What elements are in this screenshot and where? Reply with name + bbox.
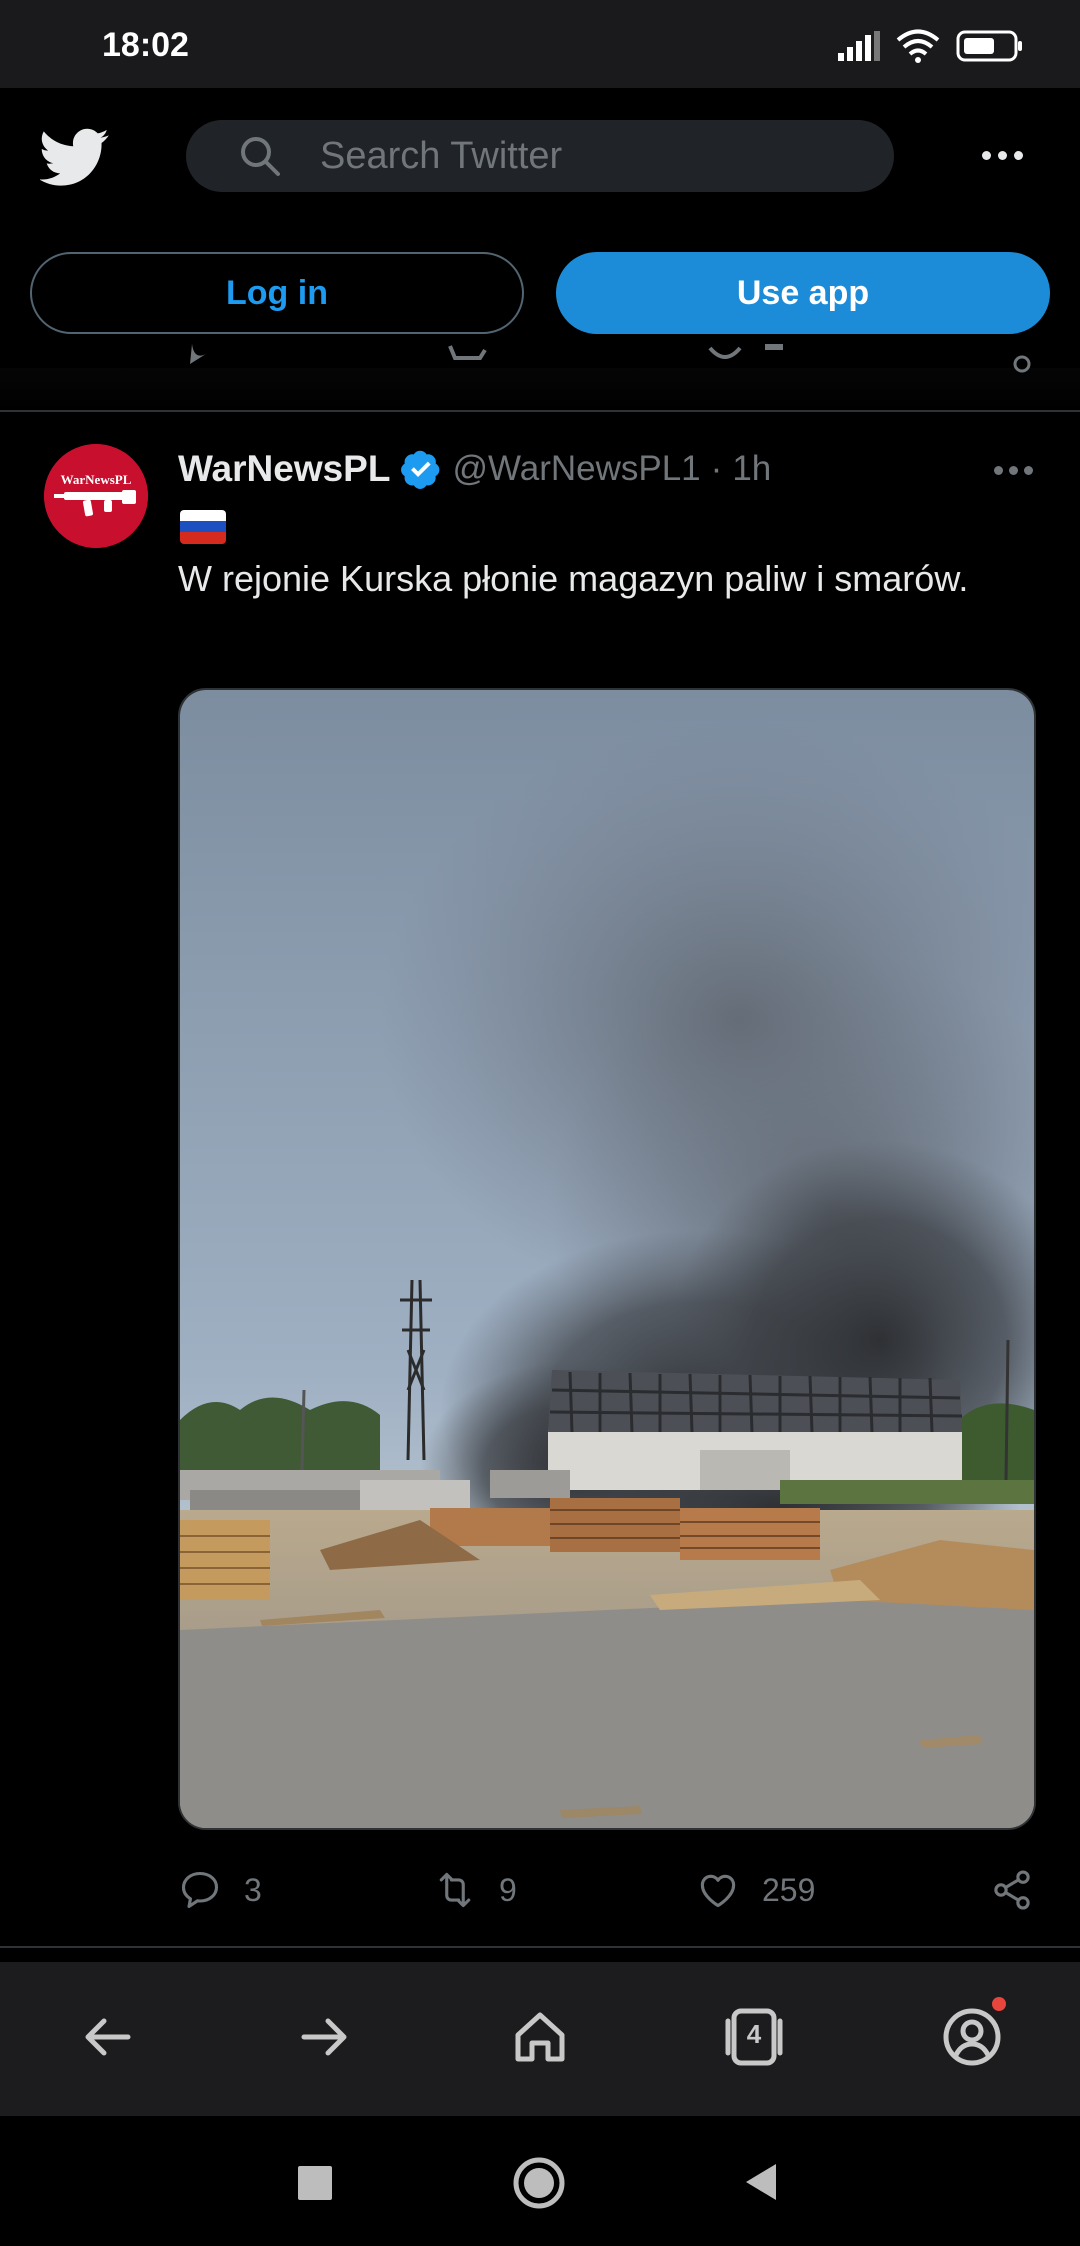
verified-badge-icon xyxy=(401,450,440,489)
search-placeholder: Search Twitter xyxy=(320,134,563,177)
login-button[interactable]: Log in xyxy=(30,252,524,334)
retweet-button[interactable]: 9 xyxy=(433,1862,517,1918)
search-icon xyxy=(241,137,280,176)
system-back-icon[interactable] xyxy=(744,2162,778,2202)
home-circle-icon[interactable] xyxy=(512,2156,566,2210)
notification-dot xyxy=(992,1997,1006,2011)
retweet-icon xyxy=(439,1872,471,1908)
home-icon[interactable] xyxy=(508,2005,572,2069)
use-app-button[interactable]: Use app xyxy=(556,252,1050,334)
share-button[interactable] xyxy=(990,1862,1034,1918)
profile-icon xyxy=(943,2008,1001,2066)
reply-count: 3 xyxy=(244,1871,262,1908)
separator: · xyxy=(710,449,723,488)
tweet-text: W rejonie Kurska płonie magazyn paliw i … xyxy=(178,558,969,599)
wifi-icon xyxy=(896,29,940,63)
like-button[interactable]: 259 xyxy=(696,1862,815,1918)
profile-button[interactable] xyxy=(940,1997,1006,2069)
back-icon[interactable] xyxy=(76,2005,140,2069)
damaged-warehouse xyxy=(548,1370,963,1490)
heart-icon xyxy=(700,1874,736,1908)
tab-count: 4 xyxy=(746,2019,762,2049)
twitter-bird-icon[interactable] xyxy=(40,122,110,192)
like-count: 259 xyxy=(762,1871,816,1908)
previous-tweet-actions xyxy=(190,344,1031,373)
avatar[interactable]: WarNewsPL xyxy=(44,444,148,548)
status-icons xyxy=(838,28,1024,64)
forward-icon[interactable] xyxy=(292,2005,356,2069)
author-name[interactable]: WarNewsPL xyxy=(178,448,390,490)
divider xyxy=(0,1946,1080,1948)
battery-icon xyxy=(956,30,1022,62)
retweet-count: 9 xyxy=(499,1871,517,1908)
russian-flag-icon xyxy=(180,510,226,544)
signal-icon xyxy=(838,31,880,61)
tweet-photo[interactable] xyxy=(178,688,1036,1830)
tweet-timestamp[interactable]: 1h xyxy=(732,449,771,489)
author-handle[interactable]: @WarNewsPL1 xyxy=(452,449,700,489)
tabs-button[interactable]: 4 xyxy=(722,2005,786,2069)
divider xyxy=(0,410,1080,412)
search-input[interactable]: Search Twitter xyxy=(186,120,894,192)
more-options-icon[interactable] xyxy=(982,140,1030,170)
tweet-more-icon[interactable] xyxy=(994,462,1034,478)
recents-button[interactable] xyxy=(298,2166,332,2200)
share-icon xyxy=(994,1870,1030,1910)
reply-button[interactable]: 3 xyxy=(178,1862,262,1918)
tweet-author-line: WarNewsPL @WarNewsPL1 · 1h xyxy=(178,444,771,494)
reply-icon xyxy=(181,1871,219,1909)
tweet-actions: 3 9 259 xyxy=(178,1862,1038,1918)
status-time: 18:02 xyxy=(102,26,189,64)
header-shadow xyxy=(0,368,1080,412)
avatar-logo-text: WarNewsPL xyxy=(61,472,132,487)
